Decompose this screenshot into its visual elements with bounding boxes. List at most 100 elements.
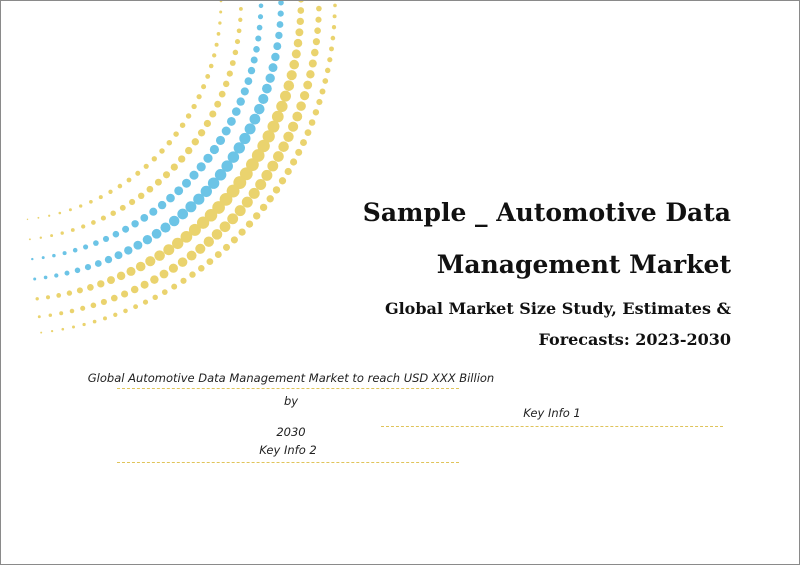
decorative-dot — [273, 151, 284, 162]
decorative-dot — [33, 277, 37, 281]
decorative-dot — [304, 129, 312, 136]
decorative-dot — [238, 228, 246, 236]
decorative-dot — [234, 39, 241, 45]
decorative-dot — [196, 94, 202, 100]
decorative-dot — [253, 46, 260, 53]
decorative-dot — [110, 210, 116, 216]
decorative-dot — [97, 280, 105, 288]
decorative-dot — [295, 148, 303, 156]
decorative-dot — [254, 103, 265, 115]
decorative-dot — [170, 163, 178, 171]
decorative-dot — [236, 97, 245, 106]
decorative-dot — [206, 258, 214, 265]
decorative-dot — [50, 234, 54, 238]
decorative-dot — [229, 60, 236, 66]
decorative-dot — [329, 46, 334, 52]
decorative-dot — [37, 216, 40, 219]
decorative-dot — [26, 218, 29, 221]
decorative-dot — [50, 329, 54, 333]
decorative-dot — [241, 196, 253, 208]
decorative-dot — [90, 302, 97, 309]
decorative-dot — [291, 49, 301, 59]
decorative-dot — [296, 101, 306, 111]
decorative-dot — [277, 10, 284, 17]
decorative-dot — [247, 66, 256, 75]
decorative-dot — [114, 251, 123, 260]
decorative-dot — [62, 251, 67, 256]
decorative-dot — [257, 14, 264, 20]
decorative-dot — [150, 275, 159, 284]
decorative-dot — [39, 236, 42, 239]
decorative-dot — [308, 119, 316, 126]
decorative-dot — [81, 224, 86, 229]
decorative-dot — [250, 56, 258, 64]
decorative-dot — [249, 113, 261, 125]
decorative-dot — [214, 100, 222, 108]
decorative-dot — [54, 273, 59, 278]
decorative-dot — [203, 236, 214, 247]
decorative-dot — [203, 119, 212, 128]
decorative-dot — [48, 313, 53, 317]
decorative-dot — [180, 277, 187, 284]
decorative-dot — [255, 178, 267, 191]
decorative-dot — [324, 67, 331, 74]
decorative-dot — [112, 230, 120, 238]
report-title-block: Sample _ Automotive Data Management Mark… — [311, 187, 731, 355]
decorative-dot — [83, 244, 89, 250]
report-subtitle-line-1: Global Market Size Study, Estimates & — [384, 299, 731, 318]
decorative-dot — [201, 84, 207, 90]
decorative-dot — [135, 170, 141, 176]
key-info-1: Key Info 1 — [523, 406, 581, 420]
decorative-dot — [74, 267, 81, 274]
decorative-dot — [240, 87, 249, 96]
decorative-dot — [196, 162, 206, 172]
decorative-dot — [286, 70, 297, 81]
decorative-dot — [234, 205, 246, 217]
decorative-dot — [119, 204, 126, 211]
decorative-dot — [290, 158, 298, 166]
decorative-dot — [211, 229, 223, 240]
decorative-dot — [121, 290, 129, 298]
decorative-dot — [69, 308, 75, 314]
decorative-dot — [116, 271, 126, 281]
decorative-dot — [151, 228, 162, 239]
decorative-dot — [126, 177, 132, 183]
decorative-dot — [146, 185, 154, 193]
decorative-dot — [239, 132, 251, 145]
decorative-dot — [72, 247, 78, 253]
decorative-dot — [28, 238, 31, 241]
decorative-dot — [185, 146, 193, 155]
decorative-dot — [40, 331, 43, 334]
decorative-dot — [87, 284, 94, 291]
decorative-dot — [80, 305, 86, 311]
decorative-dot — [89, 199, 93, 204]
decorative-dot — [212, 53, 217, 58]
decorative-dot — [216, 32, 221, 36]
decorative-dot — [159, 269, 169, 279]
decorative-dot — [168, 263, 178, 273]
decorative-dot — [179, 122, 186, 128]
decorative-dot — [312, 109, 320, 116]
decorative-dot — [198, 265, 205, 272]
report-title-line-2: Management Market — [436, 250, 731, 279]
decorative-dot — [140, 280, 149, 289]
decorative-dot — [61, 327, 65, 331]
decorative-dot — [182, 178, 191, 188]
decorative-dot — [278, 141, 289, 152]
decorative-dot — [238, 6, 243, 11]
decorative-dot — [258, 3, 264, 9]
decorative-dot — [133, 304, 139, 310]
decorative-dot — [306, 70, 315, 79]
decorative-dot — [218, 90, 226, 98]
decorative-dot — [244, 123, 256, 135]
decorative-dot — [82, 322, 86, 327]
decorative-dot — [298, 1, 304, 3]
decorative-dot — [160, 222, 171, 233]
decorative-dot — [149, 207, 158, 216]
decorative-dot — [208, 63, 214, 69]
decorative-dot — [98, 195, 103, 200]
decorative-dot — [177, 257, 188, 267]
decorative-dot — [162, 171, 171, 179]
decorative-dot — [131, 220, 139, 228]
decorative-dot — [316, 98, 323, 106]
